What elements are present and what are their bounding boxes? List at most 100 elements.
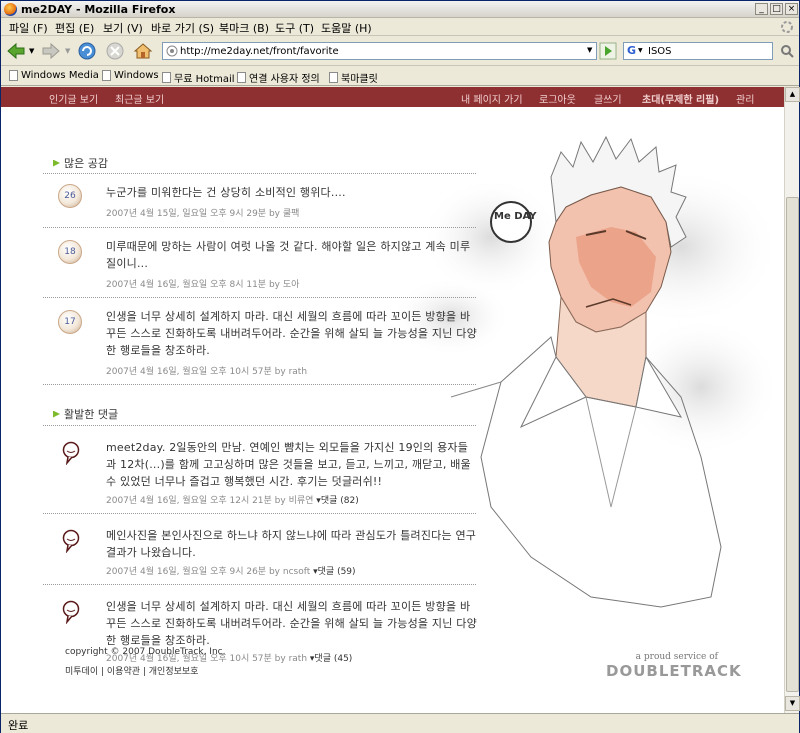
comments-toggle[interactable]: ▾댓글 (45) — [310, 654, 352, 664]
scroll-thumb[interactable] — [786, 197, 799, 692]
post-text[interactable]: 미루때문에 망하는 사람이 여럿 나올 것 같다. 해야할 일은 하지않고 계속… — [106, 238, 478, 272]
vertical-scrollbar[interactable]: ▲ ▼ — [784, 87, 800, 713]
google-icon[interactable]: G — [627, 44, 636, 57]
post-text[interactable]: 메인사진을 본인사진으로 하느냐 하지 않느냐에 따라 관심도가 틀려진다는 연… — [106, 527, 478, 561]
post-text[interactable]: 인생을 너무 상세히 설계하지 마라. 대신 세월의 흐름에 따라 꼬이든 방향… — [106, 598, 478, 649]
post-text[interactable]: 인생을 너무 상세히 설계하지 마라. 대신 세월의 흐름에 따라 꼬이든 방향… — [106, 308, 478, 359]
menu-file[interactable]: 파일 (F) — [9, 20, 48, 36]
like-count-badge[interactable]: 18 — [58, 240, 82, 266]
post-meta: 2007년 4월 16일, 월요일 오후 9시 26분 by ncsoft ▾댓… — [106, 567, 356, 577]
home-button[interactable] — [133, 41, 153, 61]
page-icon — [166, 45, 178, 57]
author-link[interactable]: 도아 — [283, 280, 300, 290]
bookmarks-toolbar: Windows Media Windows 무료 Hotmail 연결 사용자 … — [1, 67, 799, 86]
go-button[interactable] — [599, 42, 617, 60]
forward-arrow-icon — [42, 42, 60, 60]
browser-window: me2DAY - Mozilla Firefox _ □ × 파일 (F) 편집… — [0, 0, 800, 733]
like-count-badge[interactable]: 26 — [58, 184, 82, 210]
back-dropdown-icon[interactable]: ▼ — [29, 47, 34, 55]
page-icon — [9, 70, 18, 81]
window-title: me2DAY - Mozilla Firefox — [21, 3, 176, 16]
nav-admin[interactable]: 관리 — [736, 91, 754, 106]
divider — [43, 425, 476, 426]
comment-bubble-icon — [62, 529, 80, 553]
scroll-up-button[interactable]: ▲ — [785, 87, 800, 102]
bookmark-customize-links[interactable]: 연결 사용자 정의 — [237, 70, 320, 85]
forward-dropdown-icon[interactable]: ▼ — [65, 47, 70, 55]
url-bar[interactable]: ▼ — [162, 42, 597, 60]
nav-write[interactable]: 글쓰기 — [594, 91, 622, 106]
comments-toggle[interactable]: ▾댓글 (59) — [313, 567, 355, 577]
divider — [43, 513, 476, 514]
status-bar: 완료 — [1, 713, 799, 733]
nav-logout[interactable]: 로그아웃 — [539, 91, 576, 106]
nav-popular-posts[interactable]: 인기글 보기 — [49, 91, 98, 106]
search-box[interactable]: G ▼ — [623, 42, 773, 60]
nav-recent-posts[interactable]: 최근글 보기 — [115, 91, 164, 106]
search-input[interactable] — [648, 44, 768, 58]
navigation-toolbar: ▼ ▼ ▼ G ▼ — [1, 37, 799, 66]
bookmark-bookmarklet[interactable]: 북마클릿 — [329, 70, 378, 85]
stop-icon — [106, 42, 124, 60]
footer-link-terms[interactable]: 이용약관 — [107, 667, 140, 677]
menu-help[interactable]: 도움말 (H) — [321, 20, 372, 36]
brand-tagline: a proud service of — [635, 652, 718, 662]
url-dropdown-icon[interactable]: ▼ — [587, 46, 592, 54]
back-arrow-icon — [7, 42, 25, 60]
throbber-icon — [781, 21, 793, 33]
comments-toggle[interactable]: ▾댓글 (82) — [316, 496, 358, 506]
arrow-bullet-icon — [53, 410, 60, 418]
title-bar: me2DAY - Mozilla Firefox _ □ × — [1, 1, 799, 18]
scroll-down-button[interactable]: ▼ — [785, 696, 800, 711]
footer-links: 미투데이 | 이용약관 | 개인정보보호 — [65, 667, 199, 677]
reload-button[interactable] — [77, 41, 97, 61]
reload-icon — [78, 42, 96, 60]
author-link[interactable]: 쿨팩 — [283, 209, 300, 219]
search-engine-dropdown-icon[interactable]: ▼ — [638, 47, 643, 54]
footer-link-privacy[interactable]: 개인정보보호 — [149, 667, 199, 677]
forward-button[interactable] — [41, 41, 61, 61]
post-meta: 2007년 4월 16일, 월요일 오후 8시 11분 by 도아 — [106, 280, 300, 290]
bookmark-windows[interactable]: Windows — [102, 70, 159, 81]
close-button[interactable]: × — [785, 3, 798, 15]
menu-view[interactable]: 보기 (V) — [103, 20, 143, 36]
menu-edit[interactable]: 편집 (E) — [55, 20, 94, 36]
maximize-button[interactable]: □ — [770, 3, 783, 15]
bookmark-hotmail[interactable]: 무료 Hotmail — [162, 70, 235, 85]
section-active-header: 활발한 댓글 — [53, 406, 118, 422]
page-icon — [237, 72, 246, 83]
brand-name: DOUBLETRACK — [606, 662, 742, 680]
divider — [43, 173, 476, 174]
post-text[interactable]: meet2day. 2일동안의 만남. 연예인 뺨치는 외모들을 가지신 19인… — [106, 439, 478, 490]
section-title: 활발한 댓글 — [64, 408, 119, 421]
status-text: 완료 — [8, 719, 29, 732]
home-icon — [133, 43, 153, 59]
doubletrack-brand[interactable]: a proud service of DOUBLETRACK — [606, 652, 742, 680]
author-link[interactable]: rath — [289, 654, 307, 664]
copyright: copyright © 2007 DoubleTrack, Inc. — [65, 647, 226, 657]
search-go-icon[interactable] — [779, 43, 795, 59]
menu-tools[interactable]: 도구 (T) — [275, 20, 314, 36]
firefox-icon — [4, 3, 17, 16]
page-icon — [329, 72, 338, 83]
post-meta: 2007년 4월 15일, 일요일 오후 9시 29분 by 쿨팩 — [106, 209, 300, 219]
bookmark-windows-media[interactable]: Windows Media — [9, 70, 99, 81]
footer-link-me2day[interactable]: 미투데이 — [65, 667, 98, 677]
post-text[interactable]: 누군가를 미워한다는 건 상당히 소비적인 행위다.... — [106, 184, 478, 201]
nav-invite[interactable]: 초대(무제한 리필) — [642, 91, 719, 106]
minimize-button[interactable]: _ — [755, 3, 768, 15]
stop-button[interactable] — [105, 41, 125, 61]
back-button[interactable] — [6, 41, 26, 61]
page-icon — [102, 70, 111, 81]
like-count-badge[interactable]: 17 — [58, 310, 82, 336]
page-viewport: 인기글 보기 최근글 보기 내 페이지 가기 로그아웃 글쓰기 초대(무제한 리… — [1, 87, 784, 713]
author-link[interactable]: 비류연 — [289, 496, 314, 506]
nav-my-page[interactable]: 내 페이지 가기 — [461, 91, 523, 106]
comment-bubble-icon — [62, 441, 80, 465]
url-input[interactable] — [180, 44, 590, 58]
author-link[interactable]: ncsoft — [283, 567, 310, 577]
menu-go[interactable]: 바로 가기 (S) — [151, 20, 214, 36]
divider — [43, 227, 476, 228]
menu-bookmarks[interactable]: 북마크 (B) — [219, 20, 269, 36]
author-link[interactable]: rath — [289, 367, 307, 377]
